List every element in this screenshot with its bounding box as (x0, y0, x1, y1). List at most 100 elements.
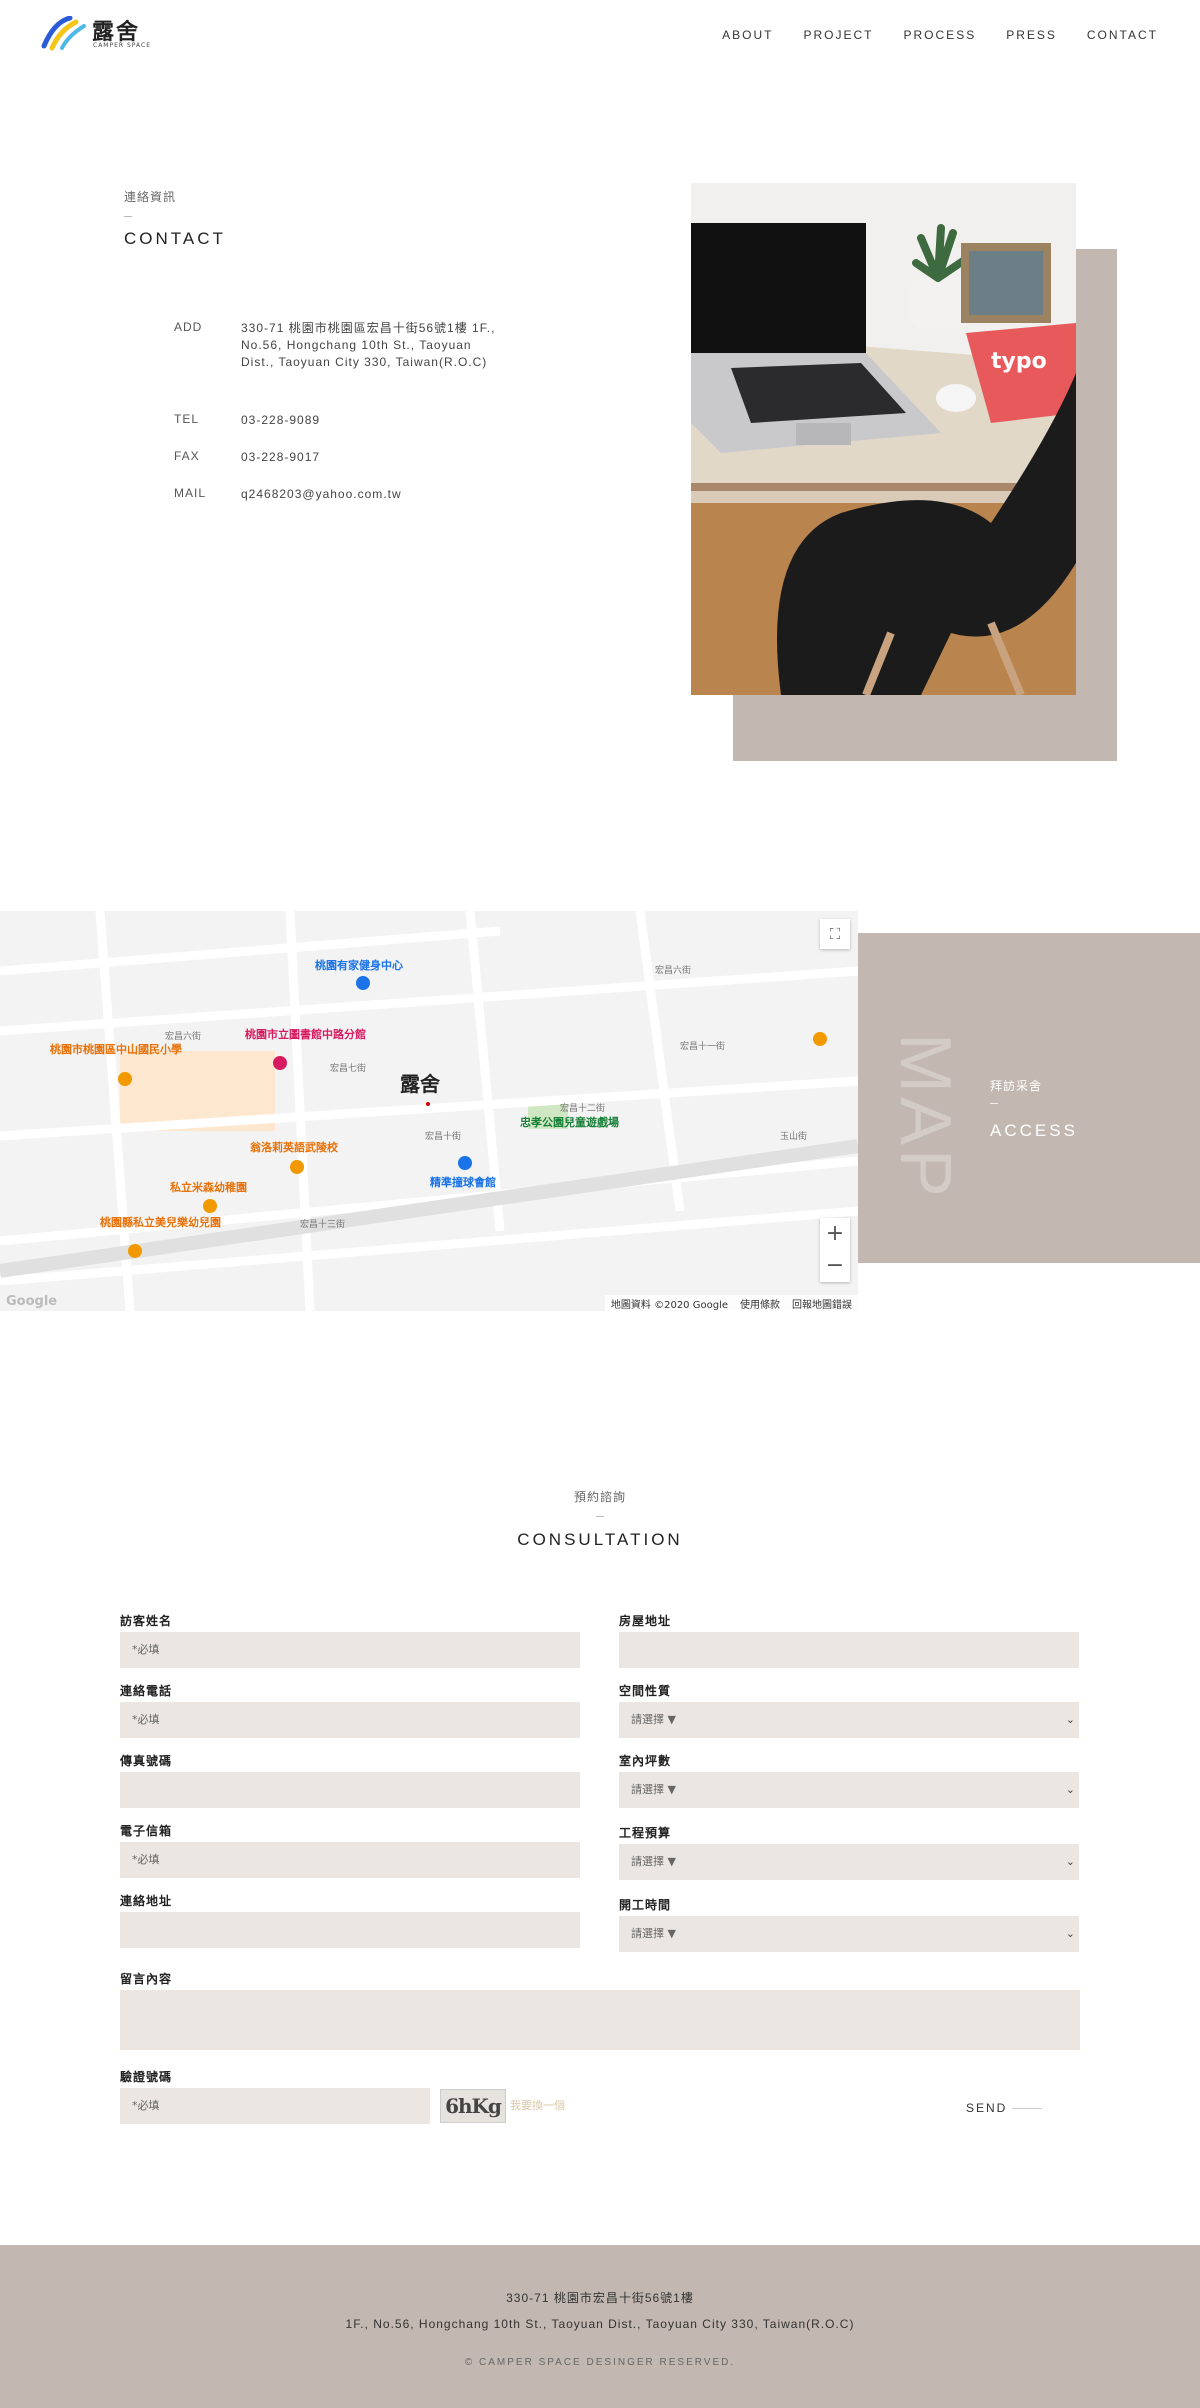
site-logo[interactable]: 露舍 CAMPER SPACE (40, 14, 160, 54)
select-value: 請選擇 ▼ (631, 1713, 676, 1726)
footer-address-zh: 330-71 桃園市宏昌十街56號1樓 (506, 2291, 694, 2305)
contact-subtitle: 連絡資訊 (124, 190, 177, 204)
field-label: 驗證號碼 (120, 2070, 173, 2084)
field-label: 室內坪數 (619, 1754, 672, 1768)
access-panel: MAP 拜訪采舍 ACCESS (858, 933, 1200, 1263)
field-label: 工程預算 (619, 1826, 672, 1840)
logo-subtitle: CAMPER SPACE (93, 42, 151, 49)
visitor-name-field: 訪客姓名 *必填 (120, 1612, 580, 1668)
house-address-field: 房屋地址 (619, 1612, 1079, 1668)
budget-field: 工程預算 請選擇 ▼ ⌄ (619, 1824, 1079, 1880)
svg-text:玉山街: 玉山街 (780, 1130, 807, 1142)
budget-select[interactable]: 請選擇 ▼ ⌄ (619, 1844, 1079, 1880)
map-attribution: 地圖資料 ©2020 Google 使用條款 回報地圖錯誤 (604, 1295, 858, 1311)
nav-about[interactable]: ABOUT (722, 28, 773, 42)
address-value: 330-71 桃園市桃園區宏昌十街56號1樓 1F., No.56, Hongc… (241, 321, 496, 369)
chevron-down-icon: ⌄ (1065, 1713, 1075, 1726)
tel-label: TEL (174, 412, 200, 426)
heading-divider (596, 1516, 604, 1517)
google-map[interactable]: 宏昌六街 宏昌六街 宏昌七街 宏昌十街 宏昌十一街 宏昌十二街 宏昌十三街 玉山… (0, 911, 858, 1311)
consultation-subtitle: 預約諮詢 (573, 1490, 626, 1504)
tel-value[interactable]: 03-228-9089 (241, 412, 501, 429)
access-title: ACCESS (990, 1121, 1078, 1140)
phone-input[interactable]: *必填 (120, 1702, 580, 1738)
heading-divider (124, 216, 132, 217)
chevron-down-icon: ⌄ (1065, 1855, 1075, 1868)
contact-address-input[interactable] (120, 1912, 580, 1948)
send-button[interactable]: SEND (948, 2090, 1048, 2126)
mail-value[interactable]: q2468203@yahoo.com.tw (241, 486, 501, 503)
field-label: 訪客姓名 (120, 1614, 173, 1628)
svg-text:翁洛莉英語武陵校: 翁洛莉英語武陵校 (250, 1140, 339, 1154)
field-label: 連絡地址 (120, 1894, 173, 1908)
house-address-input[interactable] (619, 1632, 1079, 1668)
access-subtitle: 拜訪采舍 (990, 1079, 1043, 1093)
indoor-area-select[interactable]: 請選擇 ▼ ⌄ (619, 1772, 1079, 1808)
start-time-select[interactable]: 請選擇 ▼ ⌄ (619, 1916, 1079, 1952)
address-label: ADD (174, 320, 203, 334)
send-line (1012, 2108, 1042, 2109)
map-terms-link[interactable]: 使用條款 (740, 1296, 780, 1311)
contact-heading: 連絡資訊 CONTACT (124, 188, 226, 249)
map-logo-marker: 露舍 (400, 1072, 441, 1096)
select-value: 請選擇 ▼ (631, 1783, 676, 1796)
field-label: 傳真號碼 (120, 1754, 173, 1768)
space-type-select[interactable]: 請選擇 ▼ ⌄ (619, 1702, 1079, 1738)
map-zoom-control: + − (820, 1218, 850, 1282)
captcha-refresh-link[interactable]: 我要換一個 (510, 2097, 565, 2113)
fax-value: 03-228-9017 (241, 450, 321, 464)
footer-copyright: © CAMPER SPACE DESINGER RESERVED. (464, 2357, 736, 2368)
map-canvas: 宏昌六街 宏昌六街 宏昌七街 宏昌十街 宏昌十一街 宏昌十二街 宏昌十三街 玉山… (0, 911, 858, 1311)
site-header: 露舍 CAMPER SPACE ABOUT PROJECT PROCESS PR… (0, 0, 1200, 70)
start-time-field: 開工時間 請選擇 ▼ ⌄ (619, 1896, 1079, 1952)
mail-label: MAIL (174, 486, 207, 500)
visitor-name-input[interactable]: *必填 (120, 1632, 580, 1668)
svg-text:宏昌十二街: 宏昌十二街 (560, 1102, 605, 1114)
svg-text:宏昌十一街: 宏昌十一街 (680, 1040, 725, 1052)
svg-text:忠孝公園兒童遊戲場: 忠孝公園兒童遊戲場 (520, 1115, 619, 1129)
site-footer: 330-71 桃園市宏昌十街56號1樓 1F., No.56, Hongchan… (0, 2245, 1200, 2408)
fax-input[interactable] (120, 1772, 580, 1808)
svg-text:宏昌七街: 宏昌七街 (330, 1062, 366, 1074)
nav-project[interactable]: PROJECT (804, 28, 874, 42)
google-logo[interactable]: Google (6, 1294, 57, 1309)
consultation-title: CONSULTATION (517, 1530, 683, 1549)
desk-photo: typo (691, 183, 1076, 695)
field-label: 開工時間 (619, 1898, 672, 1912)
svg-text:宏昌六街: 宏昌六街 (655, 964, 691, 976)
captcha-image: 6hKg (440, 2089, 506, 2123)
svg-text:桃園市桃園區中山國民小學: 桃園市桃園區中山國民小學 (50, 1042, 182, 1056)
contact-address-field: 連絡地址 (120, 1892, 580, 1948)
zoom-in-button[interactable]: + (820, 1218, 850, 1250)
svg-text:桃園市立圖書館中路分館: 桃園市立圖書館中路分館 (245, 1027, 366, 1041)
nav-process[interactable]: PROCESS (904, 28, 977, 42)
fax-label: FAX (174, 449, 200, 463)
email-input[interactable]: *必填 (120, 1842, 580, 1878)
space-type-field: 空間性質 請選擇 ▼ ⌄ (619, 1682, 1079, 1738)
field-label: 空間性質 (619, 1684, 672, 1698)
access-divider (990, 1103, 998, 1104)
send-label: SEND (966, 2101, 1008, 2115)
select-value: 請選擇 ▼ (631, 1855, 676, 1868)
email-field: 電子信箱 *必填 (120, 1822, 580, 1878)
message-textarea[interactable] (120, 1990, 1080, 2050)
phone-field: 連絡電話 *必填 (120, 1682, 580, 1738)
svg-text:桃園有家健身中心: 桃園有家健身中心 (315, 958, 403, 972)
zoom-out-button[interactable]: − (820, 1250, 850, 1282)
main-nav: ABOUT PROJECT PROCESS PRESS CONTACT (722, 28, 1158, 42)
map-report-link[interactable]: 回報地圖錯誤 (792, 1296, 852, 1311)
consultation-heading: 預約諮詢 CONSULTATION (0, 1488, 1200, 1550)
field-label: 連絡電話 (120, 1684, 173, 1698)
nav-press[interactable]: PRESS (1006, 28, 1057, 42)
captcha-input[interactable]: *必填 (120, 2088, 430, 2124)
nav-contact[interactable]: CONTACT (1087, 28, 1158, 42)
fax-field: 傳真號碼 (120, 1752, 580, 1808)
field-label: 電子信箱 (120, 1824, 173, 1838)
svg-text:私立米森幼稚園: 私立米森幼稚園 (170, 1180, 247, 1194)
field-label: 房屋地址 (619, 1614, 672, 1628)
chevron-down-icon: ⌄ (1065, 1783, 1075, 1796)
fullscreen-icon[interactable]: ⛶ (820, 919, 850, 949)
field-label: 留言內容 (120, 1972, 173, 1986)
map-street-6: 宏昌六街 (165, 1030, 201, 1042)
logo-brush-icon (41, 16, 86, 51)
